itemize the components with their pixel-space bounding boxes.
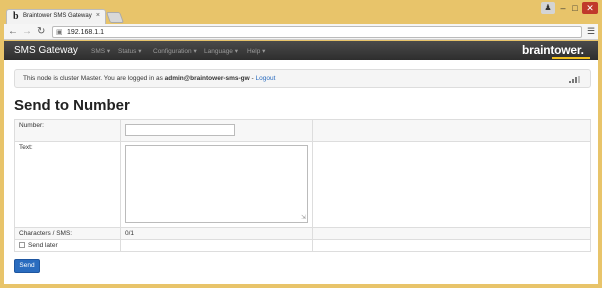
text-textarea[interactable]: ⇲ (125, 145, 308, 223)
browser-tab[interactable]: b Braintower SMS Gateway × (6, 9, 106, 24)
page-icon: ▣ (56, 29, 63, 36)
page-title: Send to Number (14, 97, 130, 114)
new-tab-button[interactable] (105, 12, 125, 23)
send-later-checkbox[interactable] (19, 242, 25, 249)
forward-arrow-icon[interactable]: → (22, 26, 32, 38)
number-row: Number: (14, 119, 591, 142)
menu-language[interactable]: Language ▾ (204, 47, 238, 55)
menu-help[interactable]: Help ▾ (247, 47, 265, 55)
send-later-extra-2 (312, 239, 591, 252)
menu-status[interactable]: Status ▾ (118, 47, 142, 55)
chars-value: 0/1 (120, 227, 313, 240)
send-later-label: Send later (28, 242, 58, 249)
alert-prefix: This node is cluster Master. You are log… (23, 75, 165, 82)
number-cell (120, 119, 313, 142)
chars-row: Characters / SMS: 0/1 (14, 227, 591, 240)
status-alert: This node is cluster Master. You are log… (14, 69, 591, 88)
hamburger-menu-icon[interactable]: ☰ (587, 26, 595, 37)
tab-close-icon[interactable]: × (96, 12, 100, 19)
text-extra-cell (312, 141, 591, 228)
title-bar: b Braintower SMS Gateway × ♟ – □ ✕ (0, 0, 602, 24)
app-page: SMS Gateway SMS ▾ Status ▾ Configuration… (4, 41, 598, 284)
number-extra-cell (312, 119, 591, 142)
logo-underline (552, 57, 590, 59)
logout-link[interactable]: Logout (256, 75, 276, 82)
window-close-icon[interactable]: ✕ (582, 2, 598, 14)
menu-configuration[interactable]: Configuration ▾ (153, 47, 197, 55)
address-bar[interactable]: ▣ 192.168.1.1 (52, 26, 582, 38)
back-arrow-icon[interactable]: ← (8, 26, 18, 38)
maximize-icon[interactable]: □ (570, 2, 580, 14)
text-row: Text: ⇲ (14, 141, 591, 228)
send-button[interactable]: Send (14, 259, 40, 273)
signal-strength-icon (569, 76, 581, 83)
send-later-row: Send later (14, 239, 591, 252)
number-input[interactable] (125, 124, 235, 136)
brand-link[interactable]: SMS Gateway (14, 45, 78, 56)
reload-icon[interactable]: ↻ (37, 26, 45, 38)
user-profile-icon[interactable]: ♟ (541, 2, 555, 14)
send-later-extra-1 (120, 239, 313, 252)
chars-extra-cell (312, 227, 591, 240)
logged-in-user: admin@braintower-sms-gw (164, 75, 250, 82)
minimize-icon[interactable]: – (558, 2, 568, 14)
browser-toolbar: ← → ↻ ▣ 192.168.1.1 ☰ (4, 24, 598, 40)
address-text: 192.168.1.1 (67, 29, 104, 36)
alert-text: This node is cluster Master. You are log… (23, 75, 275, 82)
send-form-table: Number: Text: ⇲ Characters / SMS: 0/1 Se… (14, 119, 591, 252)
chars-label: Characters / SMS: (14, 227, 121, 240)
braintower-logo: braintower. (522, 43, 584, 57)
text-cell: ⇲ (120, 141, 313, 228)
braintower-favicon-icon: b (13, 11, 19, 22)
top-navbar: SMS Gateway SMS ▾ Status ▾ Configuration… (4, 41, 598, 60)
number-label: Number: (14, 119, 121, 142)
menu-sms[interactable]: SMS ▾ (91, 47, 110, 55)
text-label: Text: (14, 141, 121, 228)
resize-grip-icon[interactable]: ⇲ (301, 214, 306, 221)
browser-window: b Braintower SMS Gateway × ♟ – □ ✕ ← → ↻… (0, 0, 602, 288)
tab-title: Braintower SMS Gateway (23, 13, 92, 19)
send-later-cell: Send later (14, 239, 121, 252)
